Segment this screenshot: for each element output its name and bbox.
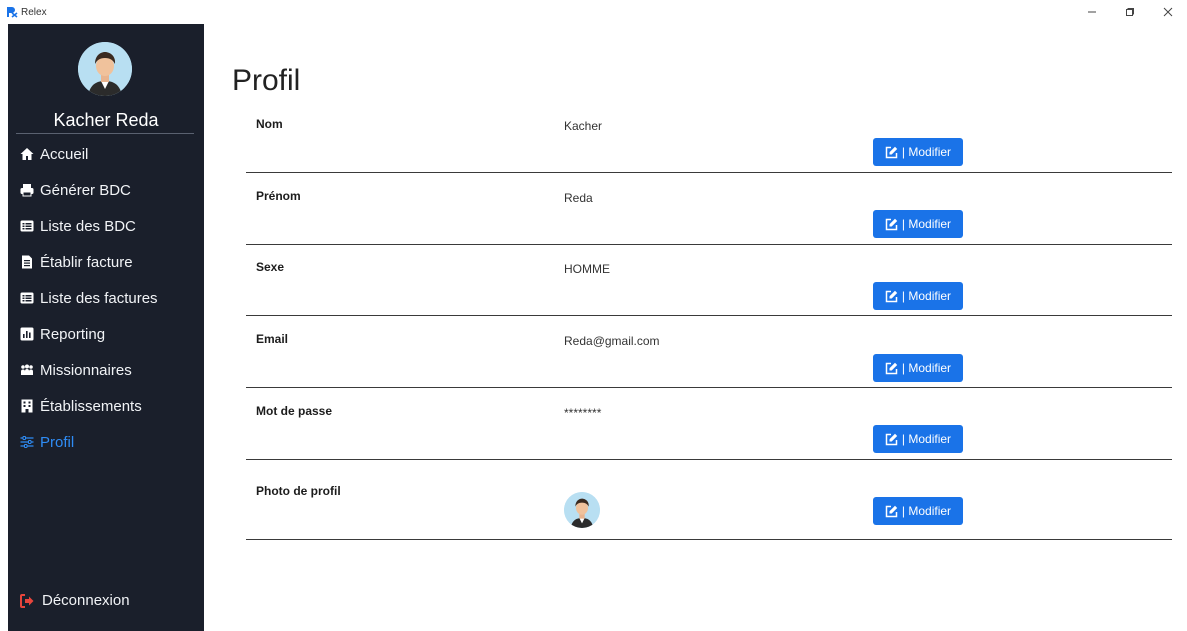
- invoice-icon: [20, 255, 34, 269]
- minimize-button[interactable]: [1073, 0, 1111, 24]
- window-titlebar: Relex: [0, 0, 1187, 24]
- home-icon: [20, 147, 34, 161]
- relex-logo-icon: [6, 6, 18, 18]
- profile-row-nom: Nom Kacher | Modifier: [246, 101, 1172, 173]
- sidebar-item-accueil[interactable]: Accueil: [8, 136, 204, 172]
- row-value: Reda@gmail.com: [564, 334, 660, 348]
- chart-icon: [20, 327, 34, 341]
- row-value: Kacher: [564, 119, 603, 133]
- sidebar-item-reporting[interactable]: Reporting: [8, 316, 204, 352]
- modify-label: | Modifier: [901, 217, 952, 231]
- sidebar-item-label: Liste des factures: [40, 289, 158, 307]
- sidebar-item-etablissements[interactable]: Établissements: [8, 388, 204, 424]
- edit-icon: [885, 146, 898, 159]
- page-title: Profil: [232, 64, 301, 97]
- row-label: Photo de profil: [256, 484, 341, 498]
- modify-photo-button[interactable]: | Modifier: [873, 497, 963, 525]
- row-value: HOMME: [564, 262, 610, 276]
- modify-label: | Modifier: [901, 432, 952, 446]
- edit-icon: [885, 362, 898, 375]
- profile-row-prenom: Prénom Reda | Modifier: [246, 173, 1172, 245]
- user-avatar-icon: [564, 492, 600, 528]
- logout-label: Déconnexion: [42, 592, 130, 609]
- sidebar-item-label: Profil: [40, 433, 75, 451]
- row-label: Nom: [256, 117, 283, 131]
- sidebar-item-generer-bdc[interactable]: Générer BDC: [8, 172, 204, 208]
- profile-row-mot-de-passe: Mot de passe ******** | Modifier: [246, 388, 1172, 460]
- edit-icon: [885, 505, 898, 518]
- sidebar-item-label: Établissements: [40, 397, 142, 415]
- close-icon: [1163, 7, 1173, 17]
- sidebar-item-etablir-facture[interactable]: Établir facture: [8, 244, 204, 280]
- sidebar-item-profil[interactable]: Profil: [8, 424, 204, 460]
- logout-button[interactable]: Déconnexion: [20, 592, 130, 609]
- modify-email-button[interactable]: | Modifier: [873, 354, 963, 382]
- modify-prenom-button[interactable]: | Modifier: [873, 210, 963, 238]
- modify-label: | Modifier: [901, 361, 952, 375]
- edit-icon: [885, 290, 898, 303]
- user-name: Kacher Reda: [53, 110, 159, 130]
- modify-sexe-button[interactable]: | Modifier: [873, 282, 963, 310]
- modify-nom-button[interactable]: | Modifier: [873, 138, 963, 166]
- sidebar-item-label: Reporting: [40, 325, 106, 343]
- close-button[interactable]: [1149, 0, 1187, 24]
- window-title: Relex: [21, 6, 47, 18]
- restore-button[interactable]: [1111, 0, 1149, 24]
- modify-label: | Modifier: [901, 145, 952, 159]
- edit-icon: [885, 218, 898, 231]
- modify-label: | Modifier: [901, 289, 952, 303]
- sidebar-nav: Accueil Générer BDC Liste des BDC Établi…: [8, 136, 204, 460]
- window-controls: [1073, 0, 1187, 24]
- row-label: Email: [256, 332, 289, 346]
- building-icon: [20, 399, 34, 413]
- print-icon: [20, 183, 34, 197]
- profile-row-photo: Photo de profil | Modifier: [246, 468, 1172, 540]
- sidebar-item-label: Générer BDC: [40, 181, 131, 199]
- password-value: ********: [564, 406, 602, 420]
- list-icon: [20, 219, 34, 233]
- row-label: Sexe: [256, 260, 285, 274]
- sidebar-item-label: Établir facture: [40, 253, 133, 271]
- sliders-icon: [20, 435, 34, 449]
- sidebar-item-label: Liste des BDC: [40, 217, 136, 235]
- row-label: Mot de passe: [256, 404, 333, 418]
- sidebar-item-liste-bdc[interactable]: Liste des BDC: [8, 208, 204, 244]
- sidebar-item-liste-factures[interactable]: Liste des factures: [8, 280, 204, 316]
- sidebar: Kacher Reda Accueil Générer BDC Liste de…: [8, 24, 204, 631]
- sidebar-item-missionnaires[interactable]: Missionnaires: [8, 352, 204, 388]
- profile-row-email: Email Reda@gmail.com | Modifier: [246, 316, 1172, 388]
- sidebar-divider: [16, 133, 194, 134]
- row-label: Prénom: [256, 189, 301, 203]
- edit-icon: [885, 433, 898, 446]
- avatar[interactable]: [78, 42, 132, 96]
- profile-row-sexe: Sexe HOMME | Modifier: [246, 244, 1172, 316]
- profile-photo: [564, 492, 600, 528]
- sidebar-item-label: Missionnaires: [40, 361, 132, 379]
- sidebar-item-label: Accueil: [40, 145, 89, 163]
- list-icon: [20, 291, 34, 305]
- restore-icon: [1126, 8, 1134, 16]
- minimize-icon: [1088, 11, 1096, 13]
- user-avatar-icon: [78, 42, 132, 96]
- modify-password-button[interactable]: | Modifier: [873, 425, 963, 453]
- row-value: Reda: [564, 191, 593, 205]
- logout-icon: [20, 593, 34, 608]
- users-icon: [20, 363, 34, 377]
- modify-label: | Modifier: [901, 504, 952, 518]
